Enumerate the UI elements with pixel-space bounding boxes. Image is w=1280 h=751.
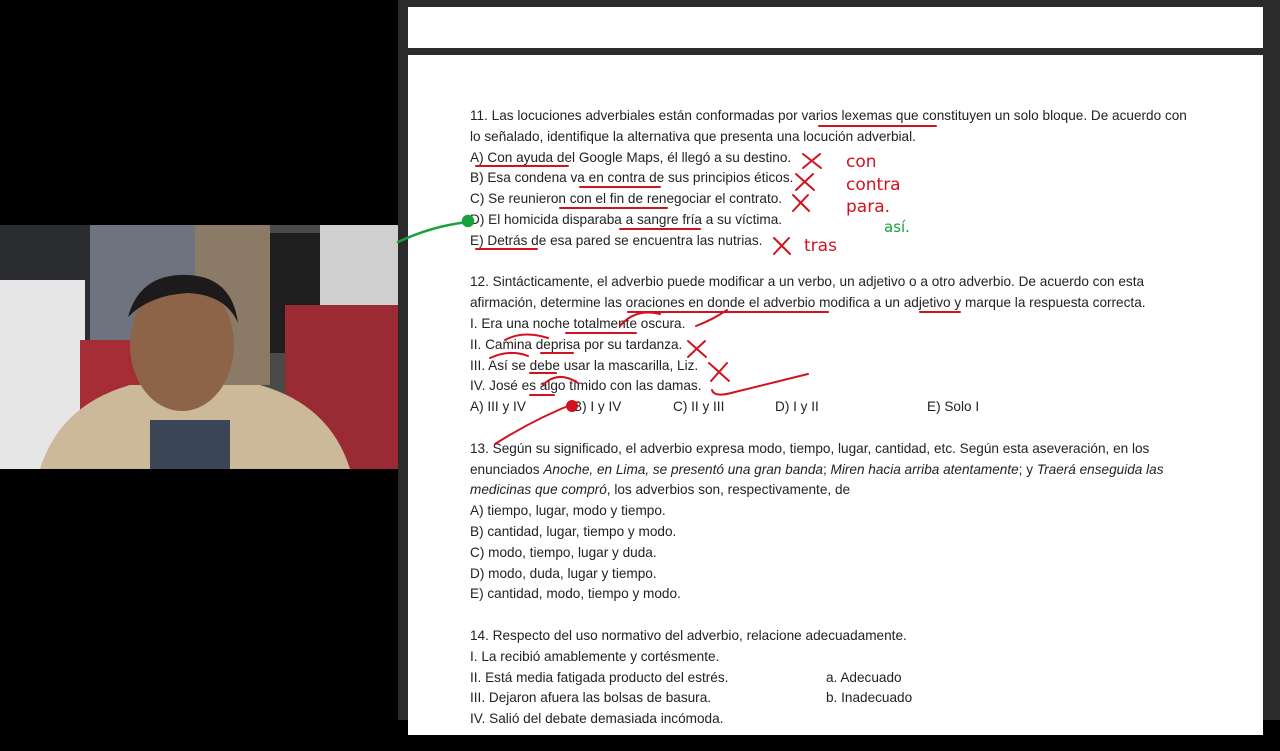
q13-text-a: enunciados	[470, 461, 544, 477]
document-page: 11. Las locuciones adverbiales están con…	[408, 55, 1263, 735]
q13-line-3: medicinas que compró, los adverbios son,…	[470, 480, 1221, 501]
q12-answer-b: B) I y IV	[573, 399, 622, 415]
question-13: 13. Según su significado, el adverbio ex…	[470, 439, 1221, 605]
q14-item-1: I. La recibió amablemente y cortésmente.	[470, 648, 720, 664]
q12-answer-a: A) III y IV	[470, 399, 526, 415]
q12-answers: A) III y IV B) I y IV C) II y III D) I y…	[470, 397, 1221, 418]
q11-line-1: 11. Las locuciones adverbiales están con…	[470, 108, 1187, 123]
q14-label-b: b. Inadecuado	[826, 690, 913, 706]
q13-text-c: ; y	[1018, 461, 1037, 477]
q13-option-b: B) cantidad, lugar, tiempo y modo.	[470, 523, 677, 539]
q11-option-a: A) Con ayuda del Google Maps, él llegó a…	[470, 149, 792, 165]
pdf-viewer[interactable]: 11. Las locuciones adverbiales están con…	[398, 0, 1280, 735]
q13-option-c: C) modo, tiempo, lugar y duda.	[470, 544, 657, 560]
q11-option-c: C) Se reunieron con el fin de renegociar…	[470, 191, 783, 207]
webcam-feed	[0, 225, 398, 469]
q13-example-1: Anoche, en Lima, se presentó una gran ba…	[543, 461, 823, 477]
q11-option-e: E) Detrás de esa pared se encuentra las …	[470, 232, 763, 248]
q14-item-2: II. Está media fatigada producto del est…	[470, 669, 729, 685]
question-14: 14. Respecto del uso normativo del adver…	[470, 626, 1221, 730]
q12-answer-e: E) Solo I	[927, 399, 980, 415]
q12-answer-d: D) I y II	[775, 399, 819, 415]
q12-item-2: II. Camina deprisa por su tardanza.	[470, 336, 683, 352]
q13-option-e: E) cantidad, modo, tiempo y modo.	[470, 586, 681, 602]
q12-item-1: I. Era una noche totalmente oscura.	[470, 315, 686, 331]
q14-item-3: III. Dejaron afuera las bolsas de basura…	[470, 690, 712, 706]
q13-text-b: ;	[822, 461, 831, 477]
q12-line-2: afirmación, determine las oraciones en d…	[470, 295, 1146, 311]
question-12: 12. Sintácticamente, el adverbio puede m…	[470, 272, 1221, 418]
shirt	[150, 420, 230, 469]
q13-example-3b: medicinas que compró	[470, 482, 607, 498]
q14-line-1: 14. Respecto del uso normativo del adver…	[470, 627, 907, 643]
question-11: 11. Las locuciones adverbiales están con…	[470, 106, 1221, 252]
q13-text-d: , los adverbios son, respectivamente, de	[606, 482, 851, 498]
webcam-image	[0, 225, 398, 469]
q13-option-a: A) tiempo, lugar, modo y tiempo.	[470, 503, 666, 519]
document-text: 11. Las locuciones adverbiales están con…	[470, 106, 1221, 751]
q13-example-2: Miren hacia arriba atentamente	[830, 461, 1019, 477]
q12-answer-c: C) II y III	[673, 399, 725, 415]
q13-line-1: 13. Según su significado, el adverbio ex…	[470, 440, 1150, 456]
q11-option-b: B) Esa condena va en contra de sus princ…	[470, 170, 794, 186]
q12-line-1: 12. Sintácticamente, el adverbio puede m…	[470, 274, 1145, 290]
q13-line-2: enunciados Anoche, en Lima, se presentó …	[470, 460, 1221, 481]
q13-example-3a: Traerá enseguida las	[1036, 461, 1164, 477]
q14-row-3: III. Dejaron afuera las bolsas de basura…	[470, 688, 1221, 709]
q14-label-a: a. Adecuado	[826, 669, 902, 685]
previous-page	[408, 7, 1263, 48]
q13-option-d: D) modo, duda, lugar y tiempo.	[470, 565, 657, 581]
q11-line-2: lo señalado, identifique la alternativa …	[470, 128, 916, 144]
q11-option-d: D) El homicida disparaba a sangre fría a…	[470, 211, 783, 227]
q12-item-3: III. Así se debe usar la mascarilla, Liz…	[470, 357, 699, 373]
q12-item-4: IV. José es algo tímido con las damas.	[470, 378, 702, 394]
q14-row-2: II. Está media fatigada producto del est…	[470, 668, 1221, 689]
